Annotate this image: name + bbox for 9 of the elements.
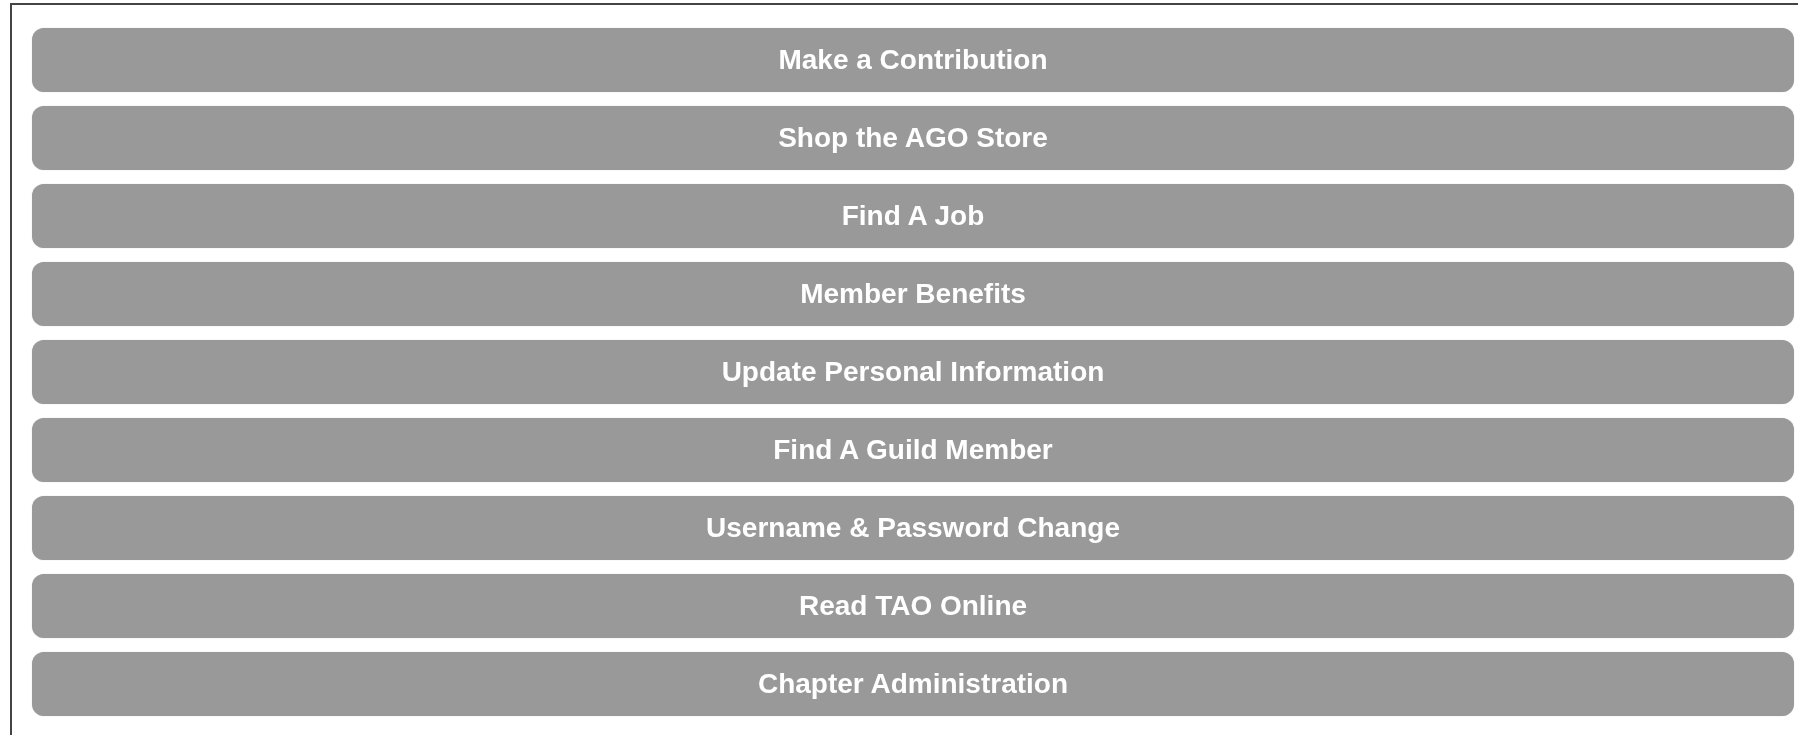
link-button[interactable]: Username & Password Change — [32, 496, 1794, 560]
link-button[interactable]: Chapter Administration — [32, 652, 1794, 716]
link-button[interactable]: Find A Job — [32, 184, 1794, 248]
link-button[interactable]: Shop the AGO Store — [32, 106, 1794, 170]
link-button[interactable]: Find A Guild Member — [32, 418, 1794, 482]
link-button[interactable]: Member Benefits — [32, 262, 1794, 326]
link-button[interactable]: Update Personal Information — [32, 340, 1794, 404]
link-button[interactable]: Read TAO Online — [32, 574, 1794, 638]
link-button[interactable]: Make a Contribution — [32, 28, 1794, 92]
